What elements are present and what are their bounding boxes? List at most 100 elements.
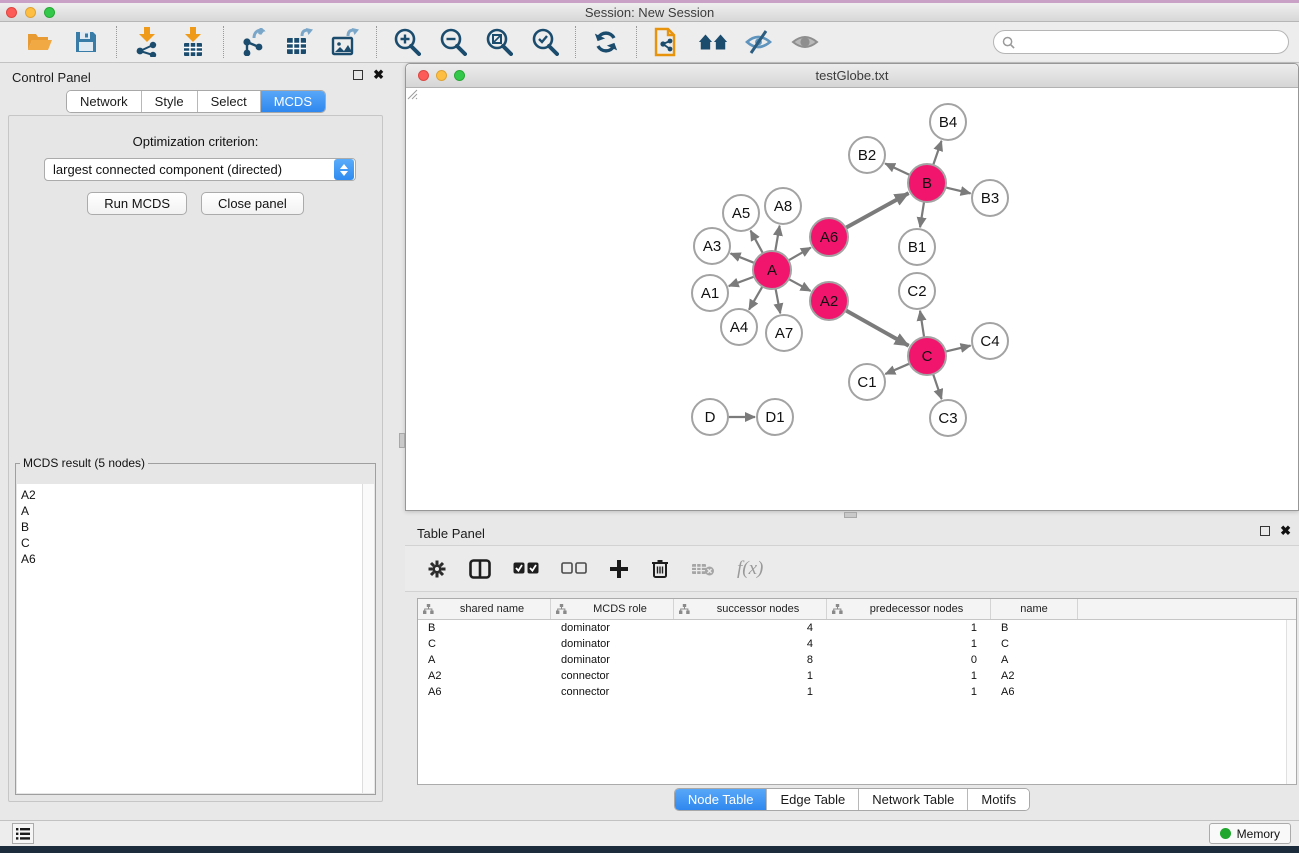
memory-button[interactable]: Memory [1209, 823, 1291, 844]
zoom-fit-icon[interactable] [483, 26, 515, 58]
edge-C-C4[interactable] [945, 346, 970, 352]
table-options-icon[interactable] [427, 559, 447, 579]
export-table-icon[interactable] [284, 26, 316, 58]
zoom-out-icon[interactable] [437, 26, 469, 58]
table-cell[interactable]: A [418, 652, 551, 668]
mcds-result-item[interactable]: C [21, 535, 362, 551]
graph-node-A1[interactable]: A1 [692, 275, 728, 311]
import-network-icon[interactable] [131, 26, 163, 58]
show-all-icon[interactable] [789, 26, 821, 58]
table-cell[interactable]: 4 [674, 620, 827, 636]
edge-C-C3[interactable] [933, 374, 941, 399]
tab-select[interactable]: Select [197, 91, 260, 112]
graph-node-B[interactable]: B [908, 164, 946, 202]
tab-network-table[interactable]: Network Table [858, 789, 967, 810]
table-cell[interactable]: 1 [827, 684, 991, 700]
edge-A2-C[interactable] [846, 310, 909, 345]
table-cell[interactable]: A2 [991, 668, 1078, 684]
resize-grip[interactable] [406, 88, 418, 100]
table-row[interactable]: Adominator80A [418, 652, 1296, 668]
open-file-icon[interactable] [24, 26, 56, 58]
network-canvas[interactable]: AA1A2A3A4A5A6A7A8BB1B2B3B4CC1C2C3C4DD1 [406, 88, 1298, 510]
table-cell[interactable]: 4 [674, 636, 827, 652]
table-cell[interactable]: 1 [827, 636, 991, 652]
graph-node-A8[interactable]: A8 [765, 188, 801, 224]
column-header-MCDS-role[interactable]: MCDS role [551, 599, 674, 619]
graph-node-A4[interactable]: A4 [721, 309, 757, 345]
table-cell[interactable]: C [991, 636, 1078, 652]
refresh-layout-icon[interactable] [590, 26, 622, 58]
graph-node-C1[interactable]: C1 [849, 364, 885, 400]
add-column-icon[interactable] [609, 559, 629, 579]
table-cell[interactable]: B [418, 620, 551, 636]
table-row[interactable]: Bdominator41B [418, 620, 1296, 636]
network-horizontal-scrollbar-thumb[interactable] [844, 512, 857, 518]
edge-A-A5[interactable] [751, 231, 763, 254]
show-columns-icon[interactable] [469, 559, 491, 579]
column-header-successor-nodes[interactable]: successor nodes [674, 599, 827, 619]
table-cell[interactable]: 1 [827, 620, 991, 636]
graph-node-B1[interactable]: B1 [899, 229, 935, 265]
graph-node-A7[interactable]: A7 [766, 315, 802, 351]
mcds-result-scrollbar[interactable] [362, 484, 374, 793]
tab-motifs[interactable]: Motifs [967, 789, 1029, 810]
column-header-predecessor-nodes[interactable]: predecessor nodes [827, 599, 991, 619]
table-row[interactable]: A2connector11A2 [418, 668, 1296, 684]
edge-A-A8[interactable] [775, 226, 779, 252]
table-close-panel-icon[interactable]: ✖ [1280, 526, 1291, 536]
graph-node-A2[interactable]: A2 [810, 282, 848, 320]
mcds-result-item[interactable]: A2 [21, 487, 362, 503]
function-builder-icon[interactable]: f(x) [737, 558, 763, 580]
export-image-icon[interactable] [330, 26, 362, 58]
graph-node-A[interactable]: A [753, 251, 791, 289]
import-table-icon[interactable] [177, 26, 209, 58]
tab-node-table[interactable]: Node Table [675, 789, 767, 810]
table-cell[interactable]: dominator [551, 620, 674, 636]
delete-column-icon[interactable] [651, 558, 669, 579]
column-header-name[interactable]: name [991, 599, 1078, 619]
table-cell[interactable]: A6 [991, 684, 1078, 700]
search-input[interactable] [1019, 34, 1288, 50]
table-float-panel-icon[interactable] [1260, 526, 1270, 536]
table-cell[interactable]: 0 [827, 652, 991, 668]
close-panel-icon[interactable]: ✖ [373, 70, 384, 80]
table-cell[interactable]: connector [551, 668, 674, 684]
export-network-icon[interactable] [238, 26, 270, 58]
table-cell[interactable]: A [991, 652, 1078, 668]
first-neighbors-icon[interactable] [697, 26, 729, 58]
edge-B-B4[interactable] [933, 141, 941, 165]
graph-node-C3[interactable]: C3 [930, 400, 966, 436]
edge-C-C1[interactable] [885, 364, 909, 374]
graph-node-D[interactable]: D [692, 399, 728, 435]
table-cell[interactable]: dominator [551, 652, 674, 668]
edge-A6-B[interactable] [846, 193, 909, 228]
close-panel-button[interactable]: Close panel [201, 192, 304, 215]
graph-node-C[interactable]: C [908, 337, 946, 375]
table-cell[interactable]: 1 [827, 668, 991, 684]
mcds-result-item[interactable]: B [21, 519, 362, 535]
new-network-icon[interactable] [651, 26, 683, 58]
graph-node-B4[interactable]: B4 [930, 104, 966, 140]
save-session-icon[interactable] [70, 26, 102, 58]
graph-node-B2[interactable]: B2 [849, 137, 885, 173]
table-row[interactable]: A6connector11A6 [418, 684, 1296, 700]
table-cell[interactable]: connector [551, 684, 674, 700]
table-cell[interactable]: A2 [418, 668, 551, 684]
edge-B-B3[interactable] [945, 187, 970, 193]
column-header-shared-name[interactable]: shared name [418, 599, 551, 619]
graph-node-A3[interactable]: A3 [694, 228, 730, 264]
deselect-all-icon[interactable] [561, 562, 587, 575]
zoom-in-icon[interactable] [391, 26, 423, 58]
mcds-result-item[interactable]: A6 [21, 551, 362, 567]
network-graph[interactable]: AA1A2A3A4A5A6A7A8BB1B2B3B4CC1C2C3C4DD1 [406, 88, 1298, 510]
tab-style[interactable]: Style [141, 91, 197, 112]
table-row[interactable]: Cdominator41C [418, 636, 1296, 652]
graph-node-B3[interactable]: B3 [972, 180, 1008, 216]
edge-A-A3[interactable] [731, 253, 755, 263]
graph-node-A6[interactable]: A6 [810, 218, 848, 256]
hide-selected-icon[interactable] [743, 26, 775, 58]
edge-B-B2[interactable] [885, 163, 910, 175]
table-cell[interactable]: dominator [551, 636, 674, 652]
graph-node-C2[interactable]: C2 [899, 273, 935, 309]
edge-A-A7[interactable] [776, 289, 781, 314]
